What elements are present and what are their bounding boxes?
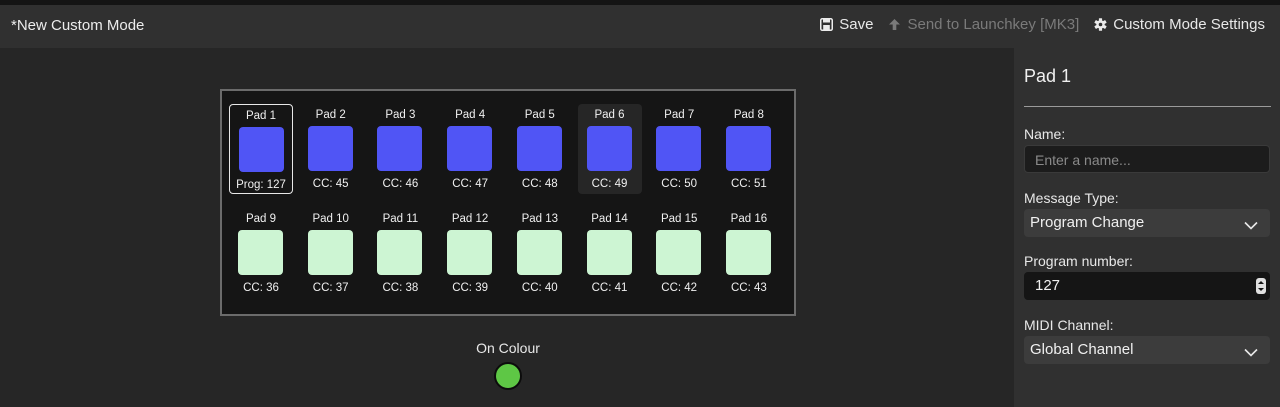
pad-2[interactable]: Pad 2 CC: 45: [299, 104, 363, 194]
pad-message: CC: 37: [312, 282, 349, 294]
pad-colour-swatch: [656, 230, 702, 275]
pad-name: Pad 16: [730, 213, 768, 225]
pad-colour-swatch: [586, 126, 632, 171]
message-type-select[interactable]: Program Change: [1024, 209, 1270, 237]
message-type-value: Program Change: [1030, 214, 1145, 231]
pad-name: Pad 6: [594, 109, 625, 121]
send-label: Send to Launchkey [MK3]: [907, 16, 1080, 33]
midi-channel-value: Global Channel: [1030, 341, 1134, 358]
pad-8[interactable]: Pad 8 CC: 51: [717, 104, 781, 194]
panel-divider: [1024, 106, 1271, 107]
message-type-label: Message Type:: [1024, 190, 1119, 206]
pad-message: CC: 49: [591, 178, 628, 190]
send-to-launchkey-button[interactable]: Send to Launchkey [MK3]: [888, 16, 1079, 33]
pad-colour-swatch: [516, 230, 562, 275]
pad-message: CC: 36: [243, 282, 279, 294]
pad-10[interactable]: Pad 10 CC: 37: [299, 208, 363, 298]
pad-message: CC: 51: [730, 178, 767, 190]
pad-name: Pad 13: [521, 213, 559, 225]
save-button[interactable]: Save: [820, 16, 873, 33]
pad-colour-swatch: [377, 126, 423, 171]
custom-mode-title: *New Custom Mode: [11, 17, 145, 34]
panel-title: Pad 1: [1024, 66, 1072, 86]
pad-colour-swatch: [307, 230, 353, 275]
pad-message: CC: 46: [382, 178, 419, 190]
arrow-up-icon: [888, 18, 901, 31]
pad-name: Pad 5: [524, 109, 555, 121]
on-colour-swatch[interactable]: [494, 362, 522, 390]
pad-name: Pad 15: [660, 213, 698, 225]
pad-name: Pad 11: [382, 213, 419, 225]
pad-name: Pad 14: [591, 213, 628, 225]
pad-6[interactable]: Pad 6 CC: 49: [577, 104, 642, 194]
pad-message: CC: 45: [312, 178, 349, 190]
save-icon: [820, 18, 834, 31]
name-input[interactable]: Enter a name...: [1024, 145, 1270, 173]
name-label: Name:: [1024, 126, 1066, 142]
midi-channel-label: MIDI Channel:: [1024, 317, 1114, 333]
pad-name: Pad 2: [315, 109, 346, 121]
pad-3[interactable]: Pad 3 CC: 46: [368, 104, 432, 194]
pad-grid: Pad 1 Prog: 127 Pad 2 CC: 45 Pad 3 CC: 46 Pad …: [220, 89, 796, 316]
pad-message: CC: 42: [661, 282, 698, 294]
on-colour-label: On Colour: [476, 340, 540, 356]
pad-message: CC: 50: [661, 178, 698, 190]
pad-7[interactable]: Pad 7 CC: 50: [647, 104, 711, 194]
app-header: *New Custom Mode Save Send to Launchkey …: [0, 5, 1280, 48]
program-number-value: 127: [1035, 277, 1061, 294]
program-number-label: Program number:: [1024, 253, 1133, 269]
chevron-down-icon: [1244, 344, 1258, 361]
pad-9[interactable]: Pad 9 CC: 36: [229, 208, 293, 298]
pad-colour-swatch: [307, 126, 353, 171]
pad-message: CC: 48: [521, 178, 558, 190]
pad-settings-panel: Pad 1 Name: Enter a name... Message Type…: [1014, 48, 1280, 407]
pad-11[interactable]: Pad 11 CC: 38: [368, 208, 432, 298]
pad-message: CC: 43: [730, 282, 767, 294]
pad-colour-swatch: [516, 126, 562, 171]
pad-name: Pad 3: [385, 109, 416, 121]
pad-colour-swatch: [586, 230, 632, 275]
pad-name: Pad 7: [664, 109, 695, 121]
pad-14[interactable]: Pad 14 CC: 41: [578, 208, 642, 298]
gear-icon: [1094, 18, 1107, 31]
pad-name: Pad 12: [451, 213, 489, 225]
pad-name: Pad 10: [312, 213, 349, 225]
pad-colour-swatch: [447, 126, 493, 171]
pad-message: Prog: 127: [236, 179, 286, 191]
pad-16[interactable]: Pad 16 CC: 43: [717, 208, 781, 298]
pad-12[interactable]: Pad 12 CC: 39: [438, 208, 502, 298]
pad-colour-swatch: [656, 126, 702, 171]
pad-colour-swatch: [238, 230, 283, 275]
pad-name: Pad 9: [245, 213, 277, 225]
number-stepper[interactable]: [1256, 278, 1266, 294]
pad-1[interactable]: Pad 1 Prog: 127: [229, 104, 293, 194]
pad-13[interactable]: Pad 13 CC: 40: [508, 208, 572, 298]
pad-message: CC: 47: [452, 178, 488, 190]
midi-channel-select[interactable]: Global Channel: [1024, 336, 1270, 364]
pad-colour-swatch: [725, 126, 771, 171]
pad-name: Pad 4: [455, 109, 486, 121]
pad-message: CC: 40: [521, 282, 558, 294]
chevron-down-icon: [1244, 217, 1258, 234]
program-number-input[interactable]: 127: [1024, 272, 1270, 300]
pad-colour-swatch: [239, 127, 284, 172]
custom-mode-settings-button[interactable]: Custom Mode Settings: [1094, 16, 1265, 33]
save-label: Save: [839, 16, 874, 33]
pad-message: CC: 39: [452, 282, 488, 294]
pad-5[interactable]: Pad 5 CC: 48: [508, 104, 572, 194]
pad-4[interactable]: Pad 4 CC: 47: [438, 104, 502, 194]
pad-name: Pad 8: [733, 109, 764, 121]
pad-message: CC: 38: [382, 282, 419, 294]
pad-colour-swatch: [447, 230, 493, 275]
pad-name: Pad 1: [245, 110, 277, 122]
pad-colour-swatch: [725, 230, 771, 275]
pad-editor-area: Pad 1 Prog: 127 Pad 2 CC: 45 Pad 3 CC: 46 Pad …: [0, 48, 1014, 407]
pad-colour-swatch: [377, 230, 423, 275]
pad-15[interactable]: Pad 15 CC: 42: [647, 208, 711, 298]
pad-message: CC: 41: [591, 282, 628, 294]
settings-label: Custom Mode Settings: [1113, 16, 1265, 33]
header-actions: Save Send to Launchkey [MK3] Custom Mode…: [805, 16, 1265, 33]
